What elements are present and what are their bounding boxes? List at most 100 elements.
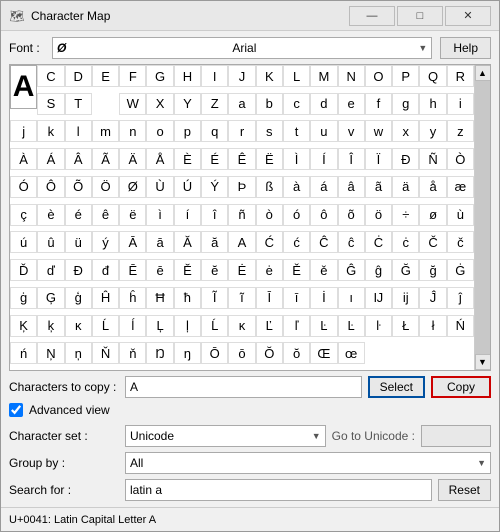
- char-cell[interactable]: E: [92, 65, 119, 87]
- char-cell[interactable]: Í: [310, 148, 337, 170]
- char-cell[interactable]: P: [392, 65, 419, 87]
- char-cell[interactable]: Ë: [256, 148, 283, 170]
- char-cell[interactable]: ý: [92, 231, 119, 253]
- char-cell[interactable]: Z: [201, 93, 228, 115]
- char-cell[interactable]: ã: [365, 176, 392, 198]
- char-cell[interactable]: b: [256, 93, 283, 115]
- char-cell[interactable]: ö: [365, 204, 392, 226]
- char-cell[interactable]: Ė: [228, 259, 255, 281]
- char-cell[interactable]: ĉ: [338, 231, 365, 253]
- char-cell[interactable]: z: [447, 120, 474, 142]
- char-cell[interactable]: Ħ: [146, 287, 173, 309]
- char-cell[interactable]: Þ: [228, 176, 255, 198]
- char-cell[interactable]: ŀ: [365, 315, 392, 337]
- char-cell[interactable]: Y: [174, 93, 201, 115]
- char-cell[interactable]: Ł: [392, 315, 419, 337]
- char-cell[interactable]: Œ: [310, 342, 337, 364]
- char-cell[interactable]: Ā: [119, 231, 146, 253]
- char-cell[interactable]: ĺ: [119, 315, 146, 337]
- char-cell[interactable]: t: [283, 120, 310, 142]
- char-cell[interactable]: ŋ: [174, 342, 201, 364]
- char-cell[interactable]: W: [119, 93, 146, 115]
- char-cell[interactable]: ģ: [65, 287, 92, 309]
- group-by-dropdown[interactable]: All ▼: [125, 452, 491, 474]
- char-cell[interactable]: è: [37, 204, 64, 226]
- char-cell[interactable]: Ľ: [256, 315, 283, 337]
- char-cell-large[interactable]: A: [10, 65, 37, 109]
- char-cell[interactable]: ņ: [65, 342, 92, 364]
- char-cell[interactable]: a: [228, 93, 255, 115]
- char-cell[interactable]: Ņ: [37, 342, 64, 364]
- char-cell[interactable]: ď: [37, 259, 64, 281]
- char-cell[interactable]: Č: [419, 231, 446, 253]
- char-cell[interactable]: œ: [338, 342, 365, 364]
- char-cell[interactable]: Ď: [10, 259, 37, 281]
- char-cell[interactable]: n: [119, 120, 146, 142]
- char-cell[interactable]: Đ: [65, 259, 92, 281]
- char-cell[interactable]: ľ: [283, 315, 310, 337]
- char-cell[interactable]: à: [283, 176, 310, 198]
- char-cell[interactable]: ă: [201, 231, 228, 253]
- advanced-view-checkbox[interactable]: [9, 403, 23, 417]
- char-cell[interactable]: Ŏ: [256, 342, 283, 364]
- char-cell[interactable]: ĝ: [365, 259, 392, 281]
- char-cell[interactable]: c: [283, 93, 310, 115]
- char-cell[interactable]: Ŋ: [146, 342, 173, 364]
- char-cell[interactable]: Ĥ: [92, 287, 119, 309]
- char-cell[interactable]: ň: [119, 342, 146, 364]
- char-cell[interactable]: r: [228, 120, 255, 142]
- char-cell[interactable]: Ö: [92, 176, 119, 198]
- char-cell[interactable]: q: [201, 120, 228, 142]
- char-cell[interactable]: O: [365, 65, 392, 87]
- char-cell[interactable]: Ĩ: [201, 287, 228, 309]
- char-cell[interactable]: ġ: [10, 287, 37, 309]
- char-cell[interactable]: İ: [310, 287, 337, 309]
- char-cell[interactable]: Ċ: [365, 231, 392, 253]
- char-cell[interactable]: č: [447, 231, 474, 253]
- char-cell[interactable]: F: [119, 65, 146, 87]
- char-cell[interactable]: ì: [146, 204, 173, 226]
- char-cell[interactable]: Õ: [65, 176, 92, 198]
- char-cell[interactable]: Á: [37, 148, 64, 170]
- char-cell[interactable]: È: [174, 148, 201, 170]
- char-cell[interactable]: m: [92, 120, 119, 142]
- scroll-down-button[interactable]: ▼: [475, 354, 491, 370]
- char-cell[interactable]: Ĺ: [92, 315, 119, 337]
- char-cell[interactable]: Ē: [119, 259, 146, 281]
- char-cell[interactable]: Ĺ: [201, 315, 228, 337]
- char-cell[interactable]: ĕ: [201, 259, 228, 281]
- char-cell[interactable]: æ: [447, 176, 474, 198]
- char-cell[interactable]: p: [174, 120, 201, 142]
- char-cell[interactable]: f: [365, 93, 392, 115]
- char-cell[interactable]: ù: [447, 204, 474, 226]
- char-cell[interactable]: Ê: [228, 148, 255, 170]
- char-cell[interactable]: Ĝ: [338, 259, 365, 281]
- char-cell[interactable]: I: [201, 65, 228, 87]
- char-cell[interactable]: Ò: [447, 148, 474, 170]
- char-cell[interactable]: h: [419, 93, 446, 115]
- minimize-button[interactable]: —: [349, 6, 395, 26]
- char-cell[interactable]: j: [10, 120, 37, 142]
- advanced-view-label[interactable]: Advanced view: [29, 403, 110, 417]
- scroll-up-button[interactable]: ▲: [475, 65, 491, 81]
- char-cell[interactable]: ĵ: [447, 287, 474, 309]
- char-cell[interactable]: ķ: [37, 315, 64, 337]
- char-cell[interactable]: ė: [256, 259, 283, 281]
- char-cell[interactable]: â: [338, 176, 365, 198]
- char-cell[interactable]: Ě: [283, 259, 310, 281]
- char-cell[interactable]: õ: [338, 204, 365, 226]
- grid-scrollbar[interactable]: ▲ ▼: [474, 65, 490, 370]
- char-cell[interactable]: ñ: [228, 204, 255, 226]
- char-cell[interactable]: ğ: [419, 259, 446, 281]
- char-cell[interactable]: J: [228, 65, 255, 87]
- char-cell[interactable]: ĥ: [119, 287, 146, 309]
- char-cell[interactable]: Ň: [92, 342, 119, 364]
- char-cell[interactable]: ĳ: [392, 287, 419, 309]
- char-cell[interactable]: ı: [338, 287, 365, 309]
- search-for-input[interactable]: [125, 479, 432, 501]
- char-cell[interactable]: Ñ: [419, 148, 446, 170]
- font-dropdown[interactable]: Ø Arial ▼: [52, 37, 432, 59]
- char-cell[interactable]: Å: [146, 148, 173, 170]
- char-cell[interactable]: û: [37, 231, 64, 253]
- char-cell[interactable]: ò: [256, 204, 283, 226]
